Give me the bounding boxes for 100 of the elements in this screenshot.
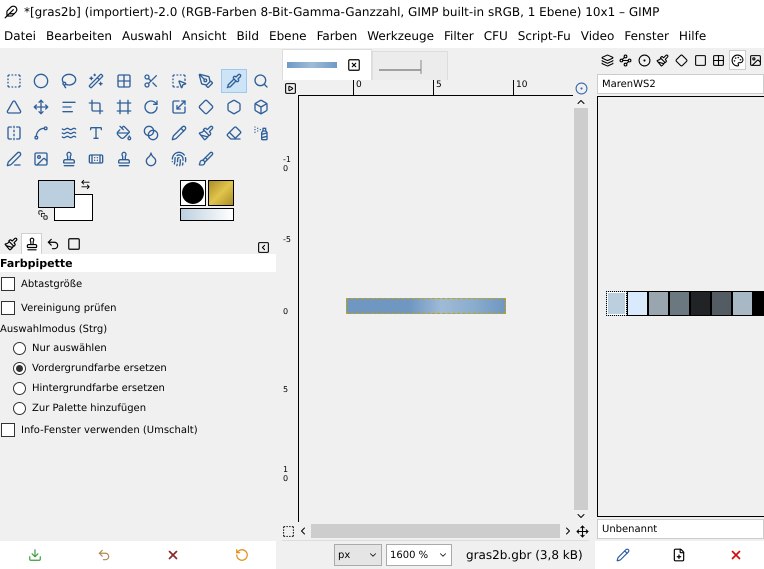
pencil-icon xyxy=(170,125,187,141)
menu-item[interactable]: Bild xyxy=(232,29,265,43)
color-swatch[interactable] xyxy=(711,291,732,316)
background-color-swatch[interactable] xyxy=(54,194,93,221)
unit-dropdown[interactable]: px xyxy=(334,544,382,566)
pen-tool-icon xyxy=(198,73,214,89)
dashed-square-icon xyxy=(170,73,187,89)
scrollbar-thumb[interactable] xyxy=(574,108,588,510)
image-thumbnail xyxy=(287,62,337,68)
menu-item[interactable]: Filter xyxy=(440,29,480,43)
ruler-label: 0 xyxy=(353,80,362,95)
menu-item[interactable]: Fenster xyxy=(620,29,675,43)
menu-item[interactable]: Script-Fu xyxy=(514,29,577,43)
foreground-color-swatch[interactable] xyxy=(38,180,75,208)
dock-tab[interactable] xyxy=(21,233,42,254)
warp-icon xyxy=(60,125,77,141)
menu-item[interactable]: Auswahl xyxy=(118,29,178,43)
selection-toggle-icon[interactable] xyxy=(282,524,295,538)
ruler-label: -10 xyxy=(283,156,291,174)
ruler-label: -5 xyxy=(283,236,291,245)
lasso-icon xyxy=(60,73,77,89)
gradient-preview-icon[interactable] xyxy=(180,208,234,221)
color-swatch[interactable] xyxy=(690,291,711,316)
stamp-icon xyxy=(116,151,132,167)
scissors-icon xyxy=(143,73,160,89)
menu-item[interactable]: Farben xyxy=(312,29,364,43)
cube-icon xyxy=(253,99,270,115)
stamp-icon xyxy=(60,151,77,167)
pattern-preview-icon[interactable] xyxy=(208,180,234,206)
color-swatch[interactable] xyxy=(732,291,753,316)
stamp-icon xyxy=(24,237,38,251)
navigate-icon[interactable] xyxy=(576,524,589,538)
pattern-icon xyxy=(712,54,726,66)
airbrush-icon xyxy=(253,125,270,141)
flip-icon xyxy=(6,125,22,141)
brush-preview-icon[interactable] xyxy=(180,180,206,206)
close-icon xyxy=(728,548,743,562)
swap-icon[interactable] xyxy=(80,179,91,190)
menu-item[interactable]: Ebene xyxy=(264,29,313,43)
droplet-icon xyxy=(143,151,160,167)
default-colors-icon[interactable] xyxy=(38,210,48,220)
image-tab[interactable] xyxy=(282,49,372,80)
paint-bucket-icon xyxy=(116,125,132,141)
checkbox[interactable] xyxy=(1,301,15,315)
checkbox-label: Vereinigung prüfen xyxy=(21,302,117,314)
checkbox[interactable] xyxy=(1,277,15,291)
palette-name-field[interactable]: MarenWS2 xyxy=(597,74,764,94)
menu-item[interactable]: Werkzeuge xyxy=(363,29,440,43)
color-swatch[interactable] xyxy=(606,291,627,316)
edit-button[interactable] xyxy=(614,546,632,564)
color-swatch[interactable] xyxy=(669,291,690,316)
radio-button[interactable] xyxy=(13,402,26,414)
align-icon xyxy=(60,99,77,115)
picture-icon xyxy=(33,151,50,167)
diamond-icon xyxy=(675,54,688,66)
ruler-label: 5 xyxy=(283,386,290,395)
layers-icon xyxy=(600,54,614,66)
ruler-label: 0 xyxy=(283,308,290,317)
radio-label: Vordergrundfarbe ersetzen xyxy=(32,362,167,374)
menu-item[interactable]: CFU xyxy=(480,29,514,43)
color-swatch[interactable] xyxy=(648,291,669,316)
panel-menu-icon[interactable] xyxy=(257,241,270,254)
scrollbar-thumb[interactable] xyxy=(311,524,560,538)
option-group-label: Auswahlmodus (Strg) xyxy=(0,322,108,336)
color-name-field[interactable]: Unbenannt xyxy=(597,519,764,539)
brush-icon xyxy=(198,151,214,167)
crop-icon xyxy=(88,99,104,115)
pipette-icon xyxy=(226,73,242,89)
palette-icon xyxy=(730,54,744,66)
checkbox-label: Abtastgröße xyxy=(21,278,82,290)
zoom-dropdown[interactable]: 1600 % xyxy=(386,544,452,566)
close-icon[interactable] xyxy=(347,58,361,72)
dashed-rectangle-icon xyxy=(6,73,22,89)
menu-item[interactable]: Hilfe xyxy=(674,29,712,43)
radio-label: Zur Palette hinzufügen xyxy=(32,402,146,414)
menu-item[interactable]: Bearbeiten xyxy=(42,29,118,43)
menu-item[interactable]: Video xyxy=(576,29,620,43)
radio-button[interactable] xyxy=(13,342,26,354)
cage-icon xyxy=(33,125,50,141)
fingerprint-icon xyxy=(170,151,187,167)
magic-wand-icon xyxy=(88,73,104,89)
status-text: gras2b.gbr (3,8 kB) xyxy=(466,548,583,562)
menu-item[interactable]: Datei xyxy=(0,29,42,43)
radio-label: Hintergrundfarbe ersetzen xyxy=(32,382,165,394)
app-icon xyxy=(4,5,18,19)
paintbrush-icon xyxy=(198,125,214,141)
window-title: *[gras2b] (importiert)-2.0 (RGB-Farben 8-Bit-Gamma-Ganzzahl, GIMP built-in sRGB, 1 Ebene) 10x1 – GIMP xyxy=(24,5,660,19)
radio-button[interactable] xyxy=(13,382,26,394)
menu-item[interactable]: Ansicht xyxy=(178,29,232,43)
move-icon xyxy=(33,99,50,115)
ruler-label: 5 xyxy=(433,80,442,95)
color-swatch[interactable] xyxy=(627,291,648,316)
paintbrush-icon xyxy=(656,54,670,66)
dock-tab[interactable] xyxy=(728,50,746,70)
radio-button[interactable] xyxy=(13,362,26,374)
checkbox[interactable] xyxy=(1,423,15,437)
undo-icon xyxy=(46,237,60,251)
ruler-label: 10 xyxy=(513,80,528,95)
color-grid-icon xyxy=(116,73,132,89)
text-icon xyxy=(88,125,104,141)
